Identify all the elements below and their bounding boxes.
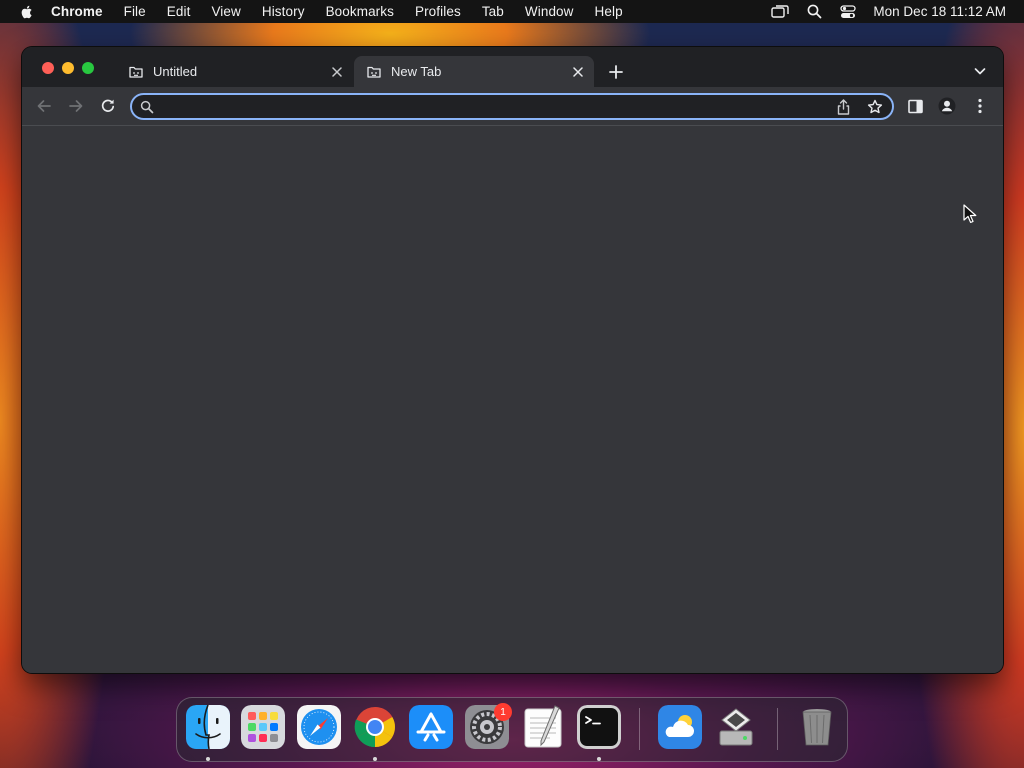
- disk-utility-icon[interactable]: [714, 705, 758, 749]
- reload-icon: [101, 99, 115, 112]
- chrome-icon[interactable]: [353, 705, 397, 749]
- back-button[interactable]: [35, 97, 53, 115]
- share-icon[interactable]: [836, 99, 851, 115]
- window-minimize-button[interactable]: [62, 62, 74, 74]
- safari-icon[interactable]: [297, 705, 341, 749]
- side-panel-button[interactable]: [906, 97, 924, 115]
- chrome-running-indicator: [373, 757, 377, 761]
- menu-app-name[interactable]: Chrome: [51, 4, 103, 19]
- dock: 1: [176, 697, 848, 762]
- notification-badge: 1: [494, 703, 512, 721]
- window-zoom-button[interactable]: [82, 62, 94, 74]
- textedit-icon[interactable]: [521, 705, 565, 749]
- trash-icon[interactable]: [795, 705, 839, 749]
- window-close-button[interactable]: [42, 62, 54, 74]
- control-center-icon[interactable]: [839, 4, 857, 20]
- browser-window: Untitled New Tab: [22, 47, 1003, 673]
- launchpad-icon[interactable]: [241, 705, 285, 749]
- tab-title: New Tab: [391, 64, 442, 79]
- weather-icon[interactable]: [658, 705, 702, 749]
- menu-bookmarks[interactable]: Bookmarks: [326, 4, 394, 19]
- tab-close-icon[interactable]: [570, 64, 586, 80]
- menu-profiles[interactable]: Profiles: [415, 4, 461, 19]
- finder-icon[interactable]: [186, 705, 230, 749]
- menu-view[interactable]: View: [211, 4, 240, 19]
- back-arrow-icon: [37, 100, 51, 112]
- tab-favicon-icon: [129, 66, 143, 78]
- address-bar[interactable]: [130, 93, 894, 120]
- more-menu-button[interactable]: [971, 97, 989, 115]
- menu-bar-clock[interactable]: Mon Dec 18 11:12 AM: [873, 4, 1006, 19]
- browser-toolbar: [22, 87, 1003, 125]
- terminal-running-indicator: [597, 757, 601, 761]
- spotlight-search-icon[interactable]: [805, 4, 823, 20]
- menu-edit[interactable]: Edit: [167, 4, 191, 19]
- tab-favicon-icon: [367, 66, 381, 78]
- plus-icon: [609, 65, 623, 79]
- new-tab-button[interactable]: [607, 63, 625, 81]
- tab-close-icon[interactable]: [329, 64, 345, 80]
- dock-separator: [639, 708, 640, 750]
- side-panel-icon: [907, 99, 923, 113]
- menu-help[interactable]: Help: [595, 4, 623, 19]
- reload-button[interactable]: [99, 97, 117, 115]
- finder-running-indicator: [206, 757, 210, 761]
- menu-window[interactable]: Window: [525, 4, 574, 19]
- search-icon: [140, 100, 154, 114]
- terminal-icon[interactable]: [577, 705, 621, 749]
- screen-mirroring-icon[interactable]: [771, 4, 790, 20]
- app-store-icon[interactable]: [409, 705, 453, 749]
- menu-history[interactable]: History: [262, 4, 305, 19]
- tab-new-tab[interactable]: New Tab: [354, 56, 594, 87]
- apple-logo-icon[interactable]: [19, 4, 35, 20]
- tab-untitled[interactable]: Untitled: [119, 56, 353, 87]
- forward-arrow-icon: [69, 100, 83, 112]
- menu-file[interactable]: File: [124, 4, 146, 19]
- page-content-area[interactable]: [22, 126, 1003, 673]
- profile-button[interactable]: [938, 97, 956, 115]
- forward-button[interactable]: [67, 97, 85, 115]
- profile-icon: [938, 97, 956, 115]
- menu-tab[interactable]: Tab: [482, 4, 504, 19]
- tab-title: Untitled: [153, 64, 198, 79]
- menu-bar-status-area: Mon Dec 18 11:12 AM: [755, 0, 1006, 23]
- menu-bar: Chrome File Edit View History Bookmarks …: [0, 0, 1024, 23]
- dock-separator: [777, 708, 778, 750]
- more-menu-icon: [978, 98, 982, 114]
- tab-search-chevron-down-icon[interactable]: [972, 63, 988, 79]
- tab-strip: Untitled New Tab: [22, 47, 1003, 87]
- address-input[interactable]: [162, 96, 822, 117]
- mouse-pointer-icon: [963, 204, 977, 223]
- bookmark-star-icon[interactable]: [867, 99, 883, 115]
